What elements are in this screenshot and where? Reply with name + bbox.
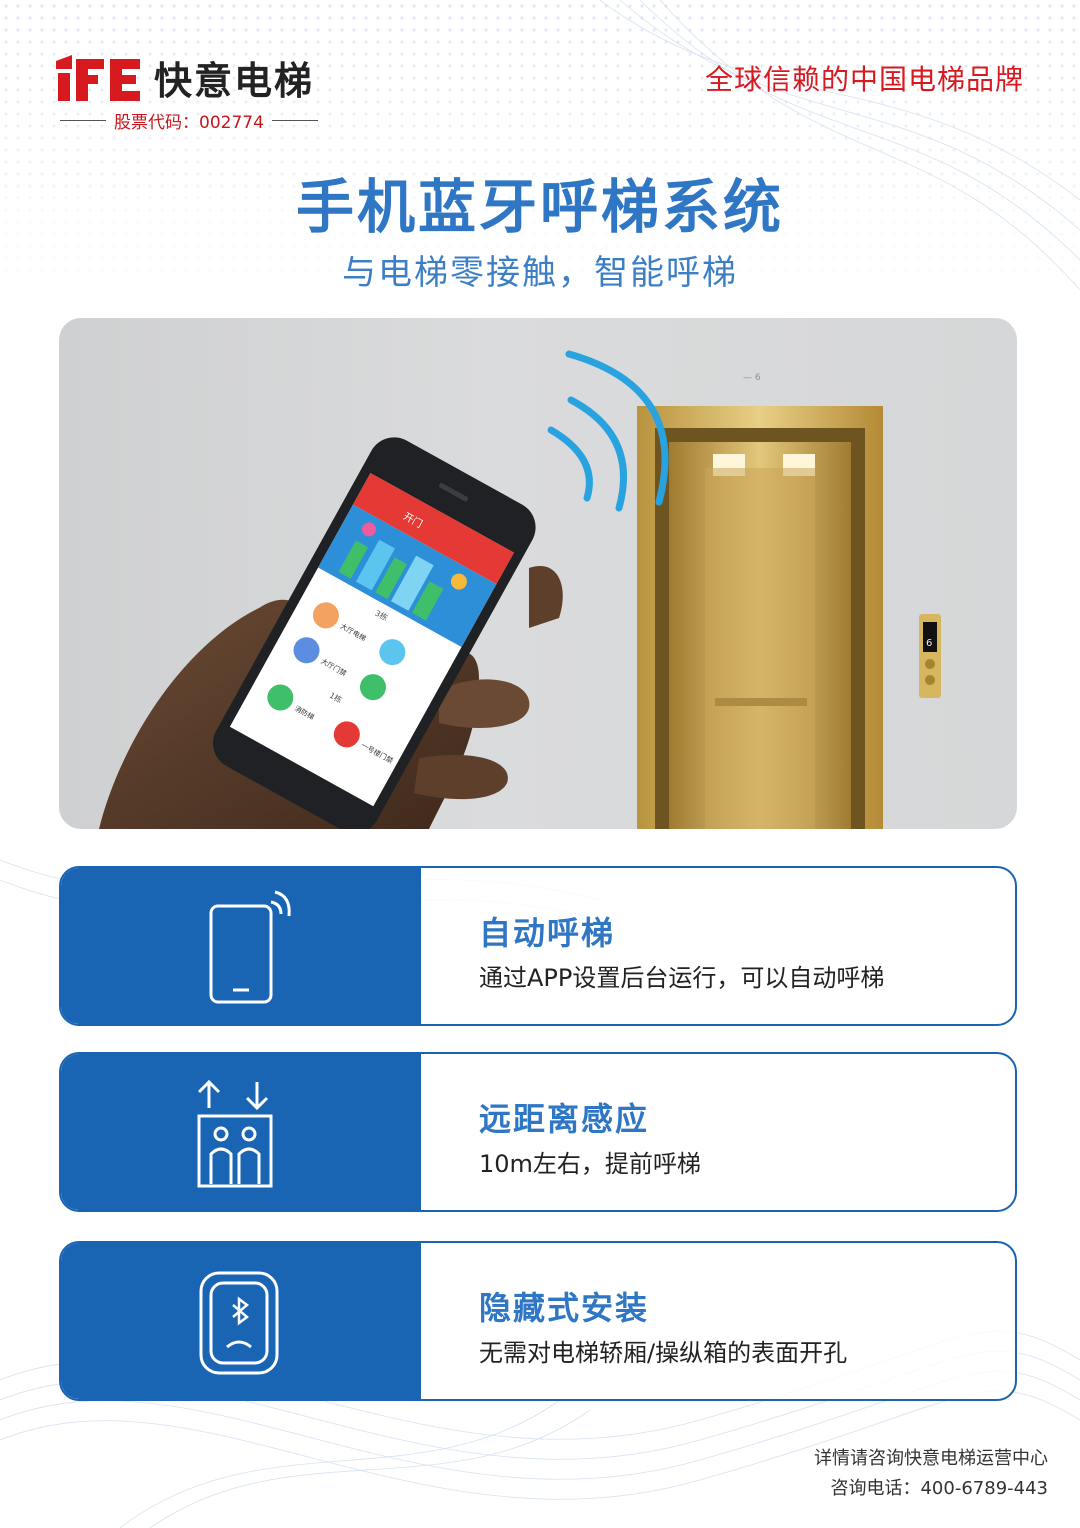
feature-description: 通过APP设置后台运行，可以自动呼梯 bbox=[479, 964, 885, 992]
stock-code-row: 股票代码：002774 bbox=[60, 108, 318, 133]
feature-card-long-range: 远距离感应 10m左右，提前呼梯 bbox=[59, 1052, 1017, 1212]
elevator-door-image bbox=[637, 406, 883, 829]
feature-title: 远距离感应 bbox=[479, 1100, 650, 1138]
feature-card-auto-call: 自动呼梯 通过APP设置后台运行，可以自动呼梯 bbox=[59, 866, 1017, 1026]
divider bbox=[60, 120, 107, 121]
brand-name: 快意电梯 bbox=[154, 59, 315, 103]
hero-image: — 6 6 开门 3栋 大厅电梯 大厅门禁 1栋 消防梯 一号楼门禁 bbox=[59, 318, 1017, 829]
brand-slogan: 全球信赖的中国电梯品牌 bbox=[704, 63, 1024, 96]
floor-label: — 6 bbox=[743, 373, 761, 383]
feature-description: 无需对电梯轿厢/操纵箱的表面开孔 bbox=[479, 1339, 848, 1367]
feature-card-hidden-install: 隐藏式安装 无需对电梯轿厢/操纵箱的表面开孔 bbox=[59, 1241, 1017, 1401]
floor-display: 6 bbox=[926, 638, 932, 649]
elevator-people-icon bbox=[197, 1079, 273, 1188]
feature-description: 10m左右，提前呼梯 bbox=[479, 1150, 701, 1178]
smartphone-signal-icon bbox=[209, 890, 291, 1004]
brand-logo: 快意电梯 bbox=[54, 50, 314, 105]
page-title: 手机蓝牙呼梯系统 bbox=[295, 173, 784, 241]
page-subtitle: 与电梯零接触，智能呼梯 bbox=[342, 253, 738, 293]
ife-logo-icon bbox=[56, 54, 140, 101]
hall-call-panel: 6 bbox=[919, 614, 941, 698]
feature-icon-panel bbox=[61, 1243, 421, 1399]
footer-phone: 咨询电话：400-6789-443 bbox=[830, 1478, 1048, 1499]
feature-icon-panel bbox=[61, 1054, 421, 1210]
feature-title: 自动呼梯 bbox=[479, 914, 616, 952]
footer-contact-note: 详情请咨询快意电梯运营中心 bbox=[814, 1448, 1048, 1469]
feature-icon-panel bbox=[61, 868, 421, 1024]
divider bbox=[271, 120, 318, 121]
feature-title: 隐藏式安装 bbox=[479, 1289, 650, 1327]
stock-code: 股票代码：002774 bbox=[114, 113, 264, 133]
bluetooth-panel-icon bbox=[199, 1271, 279, 1375]
